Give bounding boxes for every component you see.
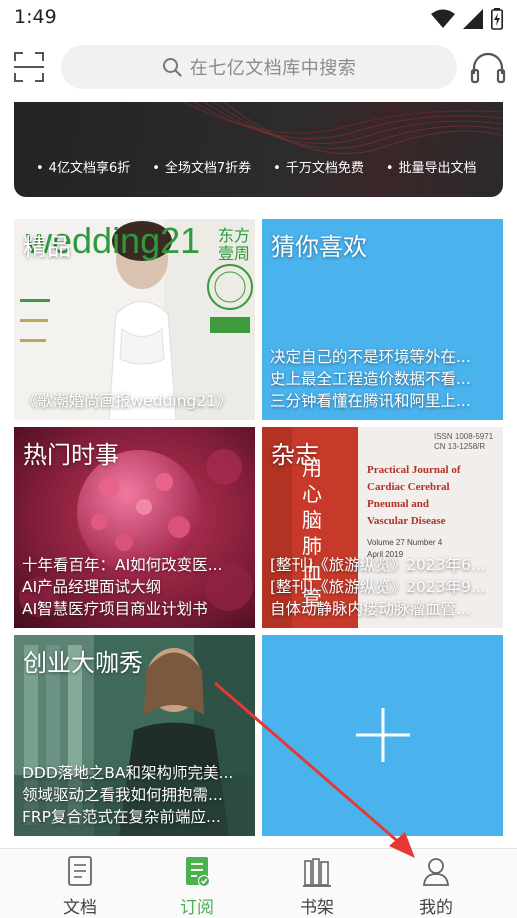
svg-text:东方: 东方 (218, 226, 250, 245)
nav-label: 书架 (300, 898, 334, 918)
tile-doc-link[interactable]: DDD落地之BA和架构师完美... (22, 762, 249, 784)
tile-doc-link[interactable]: FRP复合范式在复杂前端应... (22, 806, 249, 828)
bookshelf-icon (303, 858, 331, 887)
nav-label: 订阅 (180, 898, 214, 918)
svg-text:壹周: 壹周 (218, 244, 250, 263)
tile-doc-link[interactable]: AI产品经理面试大纲 (22, 576, 249, 598)
tile-doc-list: DDD落地之BA和架构师完美... 领域驱动之看我如何拥抱需... FRP复合范… (22, 762, 249, 828)
banner-perks: 4亿文档享6折 全场文档7折券 千万文档免费 批量导出文档 (36, 157, 477, 176)
vip-banner[interactable]: 4亿文档享6折 全场文档7折券 千万文档免费 批量导出文档 (14, 102, 503, 197)
tile-doc-link[interactable]: 十年看百年：AI如何改变医... (22, 554, 249, 576)
nav-item-bookshelf[interactable]: 书架 (272, 855, 362, 918)
tile-doc-link[interactable]: 自体动静脉内瘘动脉瘤血管... (270, 598, 497, 620)
tile-title: 杂志 (271, 441, 319, 469)
tile-title: 创业大咖秀 (23, 649, 143, 677)
tile-doc-list: 《歌潮婚尚画报wedding21》 (22, 390, 249, 412)
headset-icon[interactable] (470, 50, 506, 84)
signal-icon (463, 9, 483, 29)
bottom-nav: 文档 订阅 书架 我的 (0, 848, 517, 918)
search-header: 在七亿文档库中搜索 (0, 36, 517, 102)
tile-doc-link[interactable]: 三分钟看懂在腾讯和阿里上... (270, 390, 497, 412)
perk-item: 千万文档免费 (273, 157, 364, 176)
tile-magazine[interactable]: 用 心 脑 肺 血 管 ISSN 1008-5971 CN 13-1258/R … (262, 427, 503, 628)
add-subscription-button[interactable] (262, 635, 503, 836)
banner-decoration (183, 102, 503, 155)
svg-text:Vascular Disease: Vascular Disease (367, 515, 446, 527)
svg-text:Practical Journal of: Practical Journal of (367, 464, 461, 476)
svg-text:Volume 27 Number 4: Volume 27 Number 4 (367, 538, 443, 547)
nav-label: 文档 (63, 898, 97, 918)
tile-featured[interactable]: wedding21 东方 壹周 精品 《歌潮婚尚画报wedding21》 (14, 219, 255, 420)
tile-title: 猜你喜欢 (271, 233, 367, 261)
tile-doc-list: 决定自己的不是环境等外在... 史上最全工程造价数据不看... 三分钟看懂在腾讯… (270, 346, 497, 412)
svg-text:Pneumal and: Pneumal and (367, 498, 429, 510)
nav-item-documents[interactable]: 文档 (35, 855, 125, 918)
search-placeholder: 在七亿文档库中搜索 (189, 58, 357, 79)
tile-doc-link[interactable]: 决定自己的不是环境等外在... (270, 346, 497, 368)
status-icons (431, 8, 503, 30)
perk-item: 全场文档7折券 (152, 157, 251, 176)
svg-text:脑: 脑 (302, 508, 322, 532)
search-icon (162, 58, 182, 77)
tile-doc-link[interactable]: 领域驱动之看我如何拥抱需... (22, 784, 249, 806)
tile-doc-link[interactable]: [整刊]《旅游纵览》2023年9... (270, 576, 497, 598)
profile-icon (423, 858, 449, 886)
battery-charging-icon (491, 8, 503, 30)
nav-label: 我的 (419, 898, 453, 918)
search-input[interactable]: 在七亿文档库中搜索 (61, 45, 457, 89)
perk-item: 批量导出文档 (386, 157, 477, 176)
tile-doc-list: [整刊]《旅游纵览》2023年6... [整刊]《旅游纵览》2023年9... … (270, 554, 497, 620)
tile-title: 热门时事 (23, 441, 119, 469)
nav-item-subscribe[interactable]: 订阅 (152, 855, 242, 918)
tile-hot-news[interactable]: 热门时事 十年看百年：AI如何改变医... AI产品经理面试大纲 AI智慧医疗项… (14, 427, 255, 628)
tile-entrepreneur[interactable]: 创业大咖秀 DDD落地之BA和架构师完美... 领域驱动之看我如何拥抱需... … (14, 635, 255, 836)
plus-icon (356, 708, 410, 762)
svg-text:Cardiac Cerebral: Cardiac Cerebral (367, 481, 450, 493)
document-icon (68, 856, 92, 886)
tile-title: 精品 (23, 233, 71, 261)
svg-text:心: 心 (302, 482, 322, 506)
tile-doc-link[interactable]: 《歌潮婚尚画报wedding21》 (22, 390, 249, 412)
tile-doc-list: 十年看百年：AI如何改变医... AI产品经理面试大纲 AI智慧医疗项目商业计划… (22, 554, 249, 620)
tile-doc-link[interactable]: [整刊]《旅游纵览》2023年6... (270, 554, 497, 576)
status-bar: 1:49 (0, 0, 517, 36)
svg-text:ISSN 1008-5971: ISSN 1008-5971 (434, 432, 494, 441)
status-time: 1:49 (14, 6, 57, 28)
wifi-icon (431, 9, 455, 28)
perk-item: 4亿文档享6折 (36, 157, 131, 176)
nav-item-profile[interactable]: 我的 (391, 855, 481, 918)
tile-doc-link[interactable]: AI智慧医疗项目商业计划书 (22, 598, 249, 620)
tile-doc-link[interactable]: 史上最全工程造价数据不看... (270, 368, 497, 390)
subscribe-icon (186, 857, 210, 887)
scan-icon[interactable] (14, 52, 44, 82)
tile-recommended[interactable]: 猜你喜欢 决定自己的不是环境等外在... 史上最全工程造价数据不看... 三分钟… (262, 219, 503, 420)
svg-text:CN 13-1258/R: CN 13-1258/R (434, 442, 485, 451)
app-screen: 1:49 在七亿文档库中搜索 • 4亿文档享6折 • 全场文档7折券 • 千万文… (0, 0, 517, 918)
